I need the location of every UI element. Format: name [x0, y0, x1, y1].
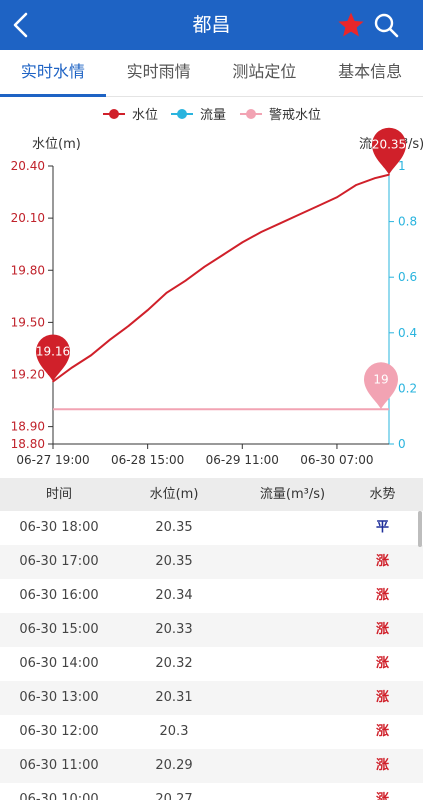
- y-left-tick-label: 20.40: [11, 159, 45, 173]
- x-tick-label: 06-30 07:00: [300, 453, 373, 467]
- water-level-point: [298, 213, 300, 216]
- y-left-tick-label: 18.90: [11, 420, 45, 434]
- cell-trend: 涨: [375, 622, 389, 637]
- legend-label: 水位: [132, 108, 158, 123]
- cell-trend: 涨: [375, 690, 389, 705]
- water-level-point: [184, 279, 187, 282]
- legend-dot: [246, 109, 256, 119]
- table-row: 06-30 14:00 20.32 涨: [0, 647, 423, 681]
- cell-level: 20.32: [155, 656, 193, 671]
- chart-svg: 水位流量警戒水位水位(m)流量(m³/s)20.4020.1019.8019.5…: [11, 107, 423, 467]
- water-level-point: [374, 177, 376, 179]
- cell-time: 06-30 16:00: [19, 588, 99, 603]
- water-level-point: [203, 265, 206, 268]
- cell-trend: 涨: [375, 588, 389, 603]
- y-left-tick-label: 19.80: [11, 263, 45, 277]
- max-marker-label: 20.35: [372, 138, 406, 152]
- water-level-point: [146, 309, 149, 312]
- table-row: 06-30 15:00 20.33 涨: [0, 613, 423, 647]
- cell-level: 20.35: [155, 520, 193, 535]
- legend-dot: [109, 109, 119, 119]
- warning-marker-label: 19: [373, 372, 388, 386]
- cell-trend: 涨: [375, 656, 389, 671]
- cell-time: 06-30 17:00: [19, 554, 99, 569]
- cell-time: 06-30 14:00: [19, 656, 99, 671]
- cell-trend: 涨: [375, 792, 389, 800]
- table-row: 06-30 13:00 20.31 涨: [0, 681, 423, 715]
- water-level-point: [127, 325, 130, 327]
- legend-label: 警戒水位: [269, 107, 321, 123]
- cell-time: 06-30 11:00: [19, 758, 99, 773]
- table-row: 06-30 18:00 20.35 平: [0, 511, 423, 545]
- y-left-tick-label: 18.80: [11, 437, 45, 451]
- cell-level: 20.33: [155, 622, 193, 637]
- x-tick-label: 06-28 15:00: [111, 453, 184, 467]
- y-right-tick-label: 0.6: [398, 270, 417, 284]
- cell-level: 20.34: [155, 588, 193, 603]
- water-level-point: [90, 354, 92, 357]
- water-level-line: [52, 173, 390, 383]
- y-right-tick-label: 0.4: [398, 326, 417, 340]
- y-right-tick-label: 0: [398, 437, 406, 451]
- water-level-point: [260, 231, 263, 233]
- x-tick-label: 06-29 11:00: [206, 453, 279, 467]
- y-right-tick-label: 0.2: [398, 381, 417, 395]
- table-scrollbar[interactable]: [418, 511, 422, 547]
- table-row: 06-30 10:00 20.27 涨: [0, 783, 423, 800]
- cell-time: 06-30 10:00: [19, 792, 99, 800]
- cell-level: 20.35: [155, 554, 193, 569]
- legend-label: 流量: [200, 108, 226, 123]
- search-icon[interactable]: [373, 12, 399, 38]
- cell-time: 06-30 18:00: [19, 520, 99, 535]
- x-tick-label: 06-27 19:00: [16, 453, 89, 467]
- cell-trend: 涨: [375, 554, 389, 569]
- column-header-flow: 流量(m³/s): [259, 487, 326, 502]
- cell-time: 06-30 13:00: [19, 690, 99, 705]
- table-row: 06-30 17:00 20.35 涨: [0, 545, 423, 579]
- cell-trend: 平: [375, 520, 389, 535]
- y-left-tick-label: 20.10: [11, 211, 45, 225]
- legend-dot: [177, 109, 187, 119]
- cell-level: 20.3: [159, 724, 189, 739]
- column-header-level: 水位(m): [149, 487, 199, 502]
- water-level-point: [279, 222, 281, 225]
- tab-realtime-water[interactable]: 实时水情: [0, 50, 106, 97]
- cell-time: 06-30 15:00: [19, 622, 99, 637]
- cell-level: 20.27: [155, 792, 193, 800]
- water-level-point: [108, 338, 111, 341]
- column-header-trend: 水势: [369, 487, 396, 502]
- cell-level: 20.29: [155, 758, 193, 773]
- water-level-chart: 水位流量警戒水位水位(m)流量(m³/s)20.4020.1019.8019.5…: [0, 97, 423, 477]
- table-row: 06-30 12:00 20.3 涨: [0, 715, 423, 749]
- table-row: 06-30 11:00 20.29 涨: [0, 749, 423, 783]
- table-header: 时间 水位(m) 流量(m³/s) 水势: [0, 478, 423, 511]
- cell-trend: 涨: [375, 724, 389, 739]
- tab-station-location[interactable]: 测站定位: [212, 50, 318, 96]
- min-marker-label: 19.16: [36, 344, 70, 358]
- column-header-time: 时间: [45, 487, 72, 502]
- y-left-tick-label: 19.50: [11, 315, 45, 329]
- star-icon[interactable]: [337, 11, 365, 39]
- cell-time: 06-30 12:00: [19, 724, 99, 739]
- cell-level: 20.31: [155, 690, 193, 705]
- y-left-tick-label: 19.20: [11, 368, 45, 382]
- water-level-point: [165, 292, 168, 294]
- water-level-point: [336, 196, 338, 199]
- tab-basic-info[interactable]: 基本信息: [317, 50, 423, 96]
- y-axis-left-title: 水位(m): [32, 137, 81, 152]
- water-level-point: [71, 366, 73, 369]
- y-right-tick-label: 0.8: [398, 215, 417, 229]
- water-level-point: [222, 253, 225, 256]
- water-level-point: [317, 205, 319, 207]
- water-level-point: [355, 184, 357, 186]
- cell-trend: 涨: [375, 758, 389, 773]
- water-level-point: [241, 241, 244, 244]
- table-body[interactable]: 06-30 18:00 20.35 平 06-30 17:00 20.35 涨 …: [0, 511, 423, 800]
- table-row: 06-30 16:00 20.34 涨: [0, 579, 423, 613]
- tab-realtime-rain[interactable]: 实时雨情: [106, 50, 212, 96]
- tab-bar: 实时水情 实时雨情 测站定位 基本信息: [0, 50, 423, 97]
- app-header: 都昌: [0, 0, 423, 50]
